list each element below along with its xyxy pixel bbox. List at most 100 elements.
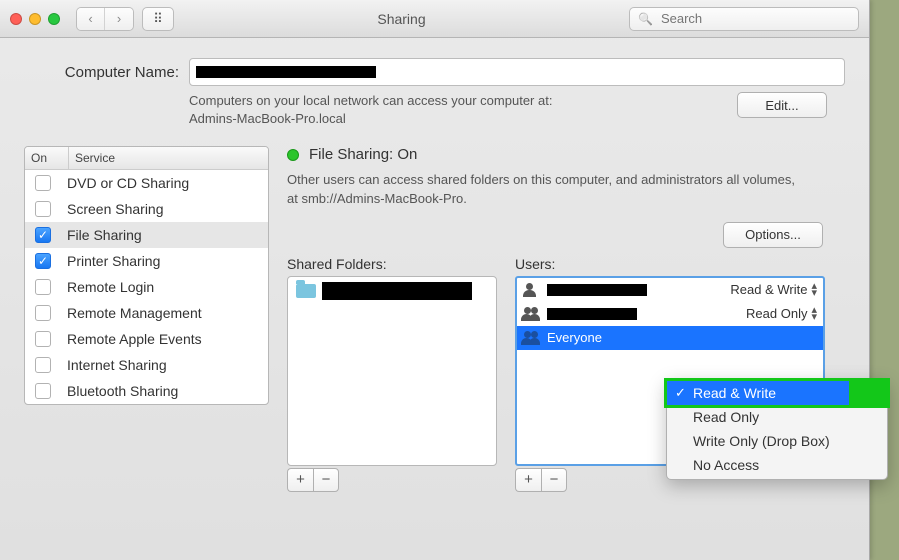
computer-name-subtext: Computers on your local network can acce…	[189, 92, 717, 128]
service-row[interactable]: ✓ File Sharing	[25, 222, 268, 248]
service-label: DVD or CD Sharing	[67, 175, 189, 191]
services-header-service: Service	[69, 147, 268, 169]
service-checkbox[interactable]	[35, 357, 51, 373]
users-pair-icon	[523, 307, 541, 321]
menu-item-label: No Access	[693, 457, 759, 473]
stepper-icon: ▴▾	[811, 283, 817, 296]
service-checkbox[interactable]: ✓	[35, 253, 51, 269]
redacted-user-name	[547, 308, 637, 320]
permission-menu-item[interactable]: Read & Write✓	[664, 378, 890, 408]
edit-button[interactable]: Edit...	[737, 92, 827, 118]
grid-icon: ⠿	[153, 11, 163, 27]
service-row[interactable]: Bluetooth Sharing	[25, 378, 268, 404]
status-description: Other users can access shared folders on…	[287, 171, 807, 207]
service-label: Screen Sharing	[67, 201, 164, 217]
user-name-cell	[523, 307, 746, 321]
remove-folder-button[interactable]: −	[313, 468, 339, 492]
traffic-lights	[10, 13, 60, 25]
user-name-label: Everyone	[547, 330, 602, 345]
menu-item-label: Read & Write	[667, 381, 849, 405]
permission-menu: Read & Write✓Read OnlyWrite Only (Drop B…	[666, 378, 888, 480]
service-label: Printer Sharing	[67, 253, 160, 269]
service-checkbox[interactable]	[35, 175, 51, 191]
search-icon: 🔍	[638, 12, 653, 26]
status-label: File Sharing: On	[309, 146, 417, 163]
redacted-folder-name	[322, 282, 472, 300]
user-icon	[523, 283, 541, 297]
chevron-left-icon: ‹	[88, 11, 92, 26]
service-checkbox[interactable]	[35, 331, 51, 347]
permission-menu-item[interactable]: Write Only (Drop Box)	[667, 429, 887, 453]
section-labels: Shared Folders: Users:	[287, 256, 845, 272]
service-checkbox[interactable]: ✓	[35, 227, 51, 243]
users-label: Users:	[515, 256, 555, 272]
service-row[interactable]: DVD or CD Sharing	[25, 170, 268, 196]
service-row[interactable]: Remote Login	[25, 274, 268, 300]
menu-item-label: Read Only	[693, 409, 759, 425]
service-checkbox[interactable]	[35, 383, 51, 399]
permission-menu-item[interactable]: Read Only	[667, 405, 887, 429]
service-row[interactable]: Internet Sharing	[25, 352, 268, 378]
permission-label: Read Only	[746, 306, 807, 321]
user-row[interactable]: Everyone	[517, 326, 823, 350]
search-input[interactable]	[659, 10, 850, 27]
minimize-button[interactable]	[29, 13, 41, 25]
service-row[interactable]: Remote Management	[25, 300, 268, 326]
permission-selector[interactable]: Read Only ▴▾	[746, 306, 817, 321]
folder-icon	[296, 284, 316, 298]
shared-folders-add-remove: + −	[287, 468, 497, 492]
permission-label: Read & Write	[730, 282, 807, 297]
service-checkbox[interactable]	[35, 279, 51, 295]
window-title: Sharing	[182, 11, 621, 27]
close-button[interactable]	[10, 13, 22, 25]
user-row[interactable]: Read & Write ▴▾	[517, 278, 823, 302]
show-all-button[interactable]: ⠿	[142, 7, 174, 31]
computer-name-label: Computer Name:	[24, 64, 179, 81]
titlebar: ‹ › ⠿ Sharing 🔍	[0, 0, 869, 38]
service-label: Remote Apple Events	[67, 331, 202, 347]
status-row: File Sharing: On	[287, 146, 845, 163]
shared-folder-item[interactable]	[290, 279, 494, 303]
redacted-name	[196, 66, 376, 78]
zoom-button[interactable]	[48, 13, 60, 25]
service-label: Bluetooth Sharing	[67, 383, 178, 399]
service-row[interactable]: Remote Apple Events	[25, 326, 268, 352]
computer-name-row: Computer Name:	[24, 58, 845, 86]
shared-folders-panel[interactable]	[287, 276, 497, 466]
redacted-user-name	[547, 284, 647, 296]
user-row[interactable]: Read Only ▴▾	[517, 302, 823, 326]
services-header: On Service	[25, 147, 268, 170]
computer-name-input[interactable]	[189, 58, 845, 86]
add-user-button[interactable]: +	[515, 468, 541, 492]
service-checkbox[interactable]	[35, 305, 51, 321]
service-checkbox[interactable]	[35, 201, 51, 217]
remove-user-button[interactable]: −	[541, 468, 567, 492]
services-list: On Service DVD or CD Sharing Screen Shari…	[24, 146, 269, 405]
menu-item-label: Write Only (Drop Box)	[693, 433, 830, 449]
check-icon: ✓	[675, 385, 686, 401]
service-label: File Sharing	[67, 227, 142, 243]
back-button[interactable]: ‹	[77, 8, 105, 30]
nav-back-forward: ‹ ›	[76, 7, 134, 31]
service-row[interactable]: ✓ Printer Sharing	[25, 248, 268, 274]
computer-name-subrow: Computers on your local network can acce…	[24, 92, 845, 128]
user-name-cell	[523, 283, 730, 297]
shared-folders-label: Shared Folders:	[287, 256, 497, 272]
options-button[interactable]: Options...	[723, 222, 823, 248]
users-pair-icon	[523, 331, 541, 345]
services-header-on: On	[25, 147, 69, 169]
user-name-cell: Everyone	[523, 330, 817, 345]
search-field[interactable]: 🔍	[629, 7, 859, 31]
forward-button[interactable]: ›	[105, 8, 133, 30]
status-indicator-icon	[287, 149, 299, 161]
shared-folders-column: + −	[287, 276, 497, 492]
add-folder-button[interactable]: +	[287, 468, 313, 492]
stepper-icon: ▴▾	[811, 307, 817, 320]
permission-menu-item[interactable]: No Access	[667, 453, 887, 477]
service-row[interactable]: Screen Sharing	[25, 196, 268, 222]
chevron-right-icon: ›	[117, 11, 121, 26]
service-label: Remote Login	[67, 279, 154, 295]
permission-selector[interactable]: Read & Write ▴▾	[730, 282, 817, 297]
service-label: Internet Sharing	[67, 357, 167, 373]
service-label: Remote Management	[67, 305, 202, 321]
